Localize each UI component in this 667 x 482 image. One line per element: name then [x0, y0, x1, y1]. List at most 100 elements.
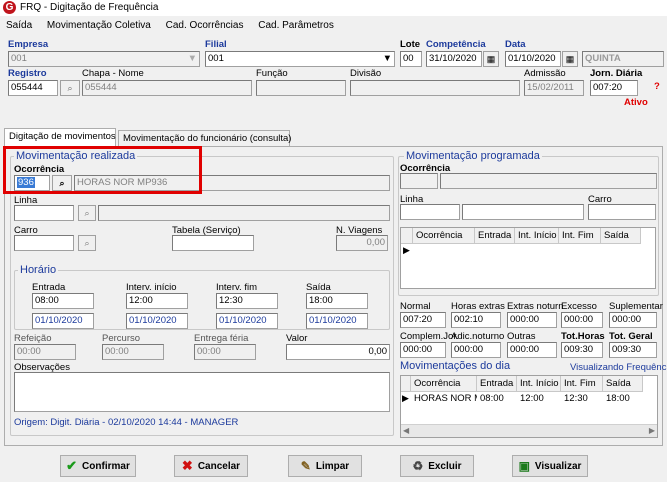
- movdia-link[interactable]: Visualizando Frequência: [570, 362, 667, 373]
- movdia-col-ocorrencia[interactable]: Ocorrência: [411, 376, 477, 392]
- tot-horas-label: Tot.Horas: [561, 331, 605, 342]
- funcao-field: [256, 80, 346, 96]
- linha-field[interactable]: [14, 205, 74, 221]
- saida-time-field[interactable]: 18:00: [306, 293, 368, 309]
- origem-text: Origem: Digit. Diária - 02/10/2020 14:44…: [14, 417, 239, 428]
- registro-label: Registro: [8, 68, 47, 79]
- adic-noturno-label: Adic.noturno: [451, 331, 505, 342]
- tab-digitacao[interactable]: Digitação de movimentos: [4, 128, 116, 146]
- prog-grid[interactable]: Ocorrência Entrada Int. Início Int. Fim …: [400, 227, 656, 289]
- row-pointer-icon: ▶: [403, 245, 410, 255]
- menu-cad-parametros[interactable]: Cad. Parâmetros: [258, 20, 334, 31]
- tot-geral-label: Tot. Geral: [609, 331, 653, 342]
- data-field[interactable]: 01/10/2020: [505, 51, 561, 67]
- saida-date-field[interactable]: 01/10/2020: [306, 313, 368, 329]
- entrada-time-field[interactable]: 08:00: [32, 293, 94, 309]
- scroll-left-icon[interactable]: ◀: [403, 426, 409, 435]
- lote-label: Lote: [400, 39, 421, 50]
- binoculars-icon[interactable]: ⌕: [60, 80, 80, 96]
- competencia-field[interactable]: 31/10/2020: [426, 51, 482, 67]
- outras-label: Outras: [507, 331, 536, 342]
- binoculars-icon[interactable]: ⌕: [78, 235, 96, 251]
- binoculars-icon[interactable]: ⌕: [78, 205, 96, 221]
- tot-horas-field: 009:30: [561, 342, 603, 358]
- refeicao-label: Refeição: [14, 333, 52, 344]
- percurso-field: 00:00: [102, 344, 164, 360]
- valor-field[interactable]: 0,00: [286, 344, 390, 360]
- prog-col-saida[interactable]: Saída: [601, 228, 641, 244]
- movdia-col-int-inicio[interactable]: Int. Início: [517, 376, 561, 392]
- jornada-field[interactable]: 007:20: [590, 80, 638, 96]
- prog-col-int-inicio[interactable]: Int. Início: [515, 228, 559, 244]
- window-title: FRQ - Digitação de Frequência: [20, 2, 159, 13]
- divisao-field: [350, 80, 520, 96]
- help-icon[interactable]: ?: [654, 81, 660, 92]
- prog-col-entrada[interactable]: Entrada: [475, 228, 515, 244]
- chapa-nome-label: Chapa - Nome: [82, 68, 144, 79]
- excluir-button[interactable]: ♻ Excluir: [400, 455, 474, 477]
- admissao-field: 15/02/2011: [524, 80, 584, 96]
- prog-linha-field[interactable]: [400, 204, 460, 220]
- registro-field[interactable]: 055444: [8, 80, 58, 96]
- complem-jor-label: Complem.Jor.: [400, 331, 459, 342]
- menu-cad-ocorrencias[interactable]: Cad. Ocorrências: [166, 20, 244, 31]
- saida-label: Saída: [306, 282, 331, 293]
- movdia-col-int-fim[interactable]: Int. Fim: [561, 376, 603, 392]
- suplementar-label: Suplementar: [609, 301, 663, 312]
- interv-inicio-time-field[interactable]: 12:00: [126, 293, 188, 309]
- entrega-field: 00:00: [194, 344, 256, 360]
- visualizar-button[interactable]: ▣ Visualizar: [512, 455, 588, 477]
- horas-extras-label: Horas extras: [451, 301, 505, 312]
- scroll-right-icon[interactable]: ▶: [649, 426, 655, 435]
- filial-label: Filial: [205, 39, 227, 50]
- filial-select[interactable]: 001 ▼: [205, 51, 395, 67]
- interv-inicio-label: Interv. início: [126, 282, 177, 293]
- entrega-label: Entrega féria: [194, 333, 249, 344]
- calendar-icon[interactable]: ▦: [562, 51, 578, 67]
- prog-linha-desc: [462, 204, 584, 220]
- complem-jor-field: 000:00: [400, 342, 446, 358]
- movdia-cell-ocorrencia: HORAS NOR M: [414, 393, 477, 404]
- prog-col-int-fim[interactable]: Int. Fim: [559, 228, 601, 244]
- suplementar-field: 000:00: [609, 312, 657, 328]
- interv-fim-date-field[interactable]: 01/10/2020: [216, 313, 278, 329]
- empresa-select[interactable]: 001 ▼: [8, 51, 200, 67]
- broom-icon: ✎: [300, 459, 311, 473]
- extras-noturn-label: Extras noturn: [507, 301, 564, 312]
- movimentacao-programada-title: Movimentação programada: [404, 150, 542, 162]
- lote-field[interactable]: 00: [400, 51, 422, 67]
- cancelar-button[interactable]: ✖ Cancelar: [174, 455, 248, 477]
- divisao-label: Divisão: [350, 68, 382, 79]
- chevron-down-icon: ▼: [187, 53, 197, 64]
- outras-field: 000:00: [507, 342, 557, 358]
- movdia-grid[interactable]: Ocorrência Entrada Int. Início Int. Fim …: [400, 375, 658, 438]
- tot-geral-field: 009:30: [609, 342, 657, 358]
- movdia-col-saida[interactable]: Saída: [603, 376, 643, 392]
- entrada-date-field[interactable]: 01/10/2020: [32, 313, 94, 329]
- interv-fim-time-field[interactable]: 12:30: [216, 293, 278, 309]
- observacoes-textarea[interactable]: [14, 372, 390, 412]
- tabela-field[interactable]: [172, 235, 254, 251]
- menu-saida[interactable]: Saída: [6, 20, 32, 31]
- prog-carro-field[interactable]: [588, 204, 656, 220]
- carro-field[interactable]: [14, 235, 74, 251]
- confirmar-button[interactable]: ✔ Confirmar: [60, 455, 136, 477]
- menu-movimentacao-coletiva[interactable]: Movimentação Coletiva: [47, 20, 151, 31]
- prog-col-ocorrencia[interactable]: Ocorrência: [413, 228, 475, 244]
- table-row[interactable]: ▶ HORAS NOR M 08:00 12:00 12:30 18:00: [401, 392, 657, 406]
- tab-movimentacao-funcionario[interactable]: Movimentação do funcionário (consulta): [118, 130, 291, 146]
- horizontal-scrollbar[interactable]: ◀ ▶: [401, 424, 657, 437]
- chevron-down-icon: ▼: [382, 53, 392, 64]
- horas-extras-field: 002:10: [451, 312, 501, 328]
- excesso-field: 000:00: [561, 312, 603, 328]
- funcao-label: Função: [256, 68, 288, 79]
- cancel-x-icon: ✖: [181, 458, 193, 473]
- percurso-label: Percurso: [102, 333, 141, 344]
- interv-inicio-date-field[interactable]: 01/10/2020: [126, 313, 188, 329]
- jornada-label: Jorn. Diária: [590, 68, 643, 79]
- calendar-icon[interactable]: ▦: [483, 51, 499, 67]
- trash-icon: ♻: [412, 459, 424, 473]
- refeicao-field: 00:00: [14, 344, 76, 360]
- movdia-col-entrada[interactable]: Entrada: [477, 376, 517, 392]
- limpar-button[interactable]: ✎ Limpar: [288, 455, 362, 477]
